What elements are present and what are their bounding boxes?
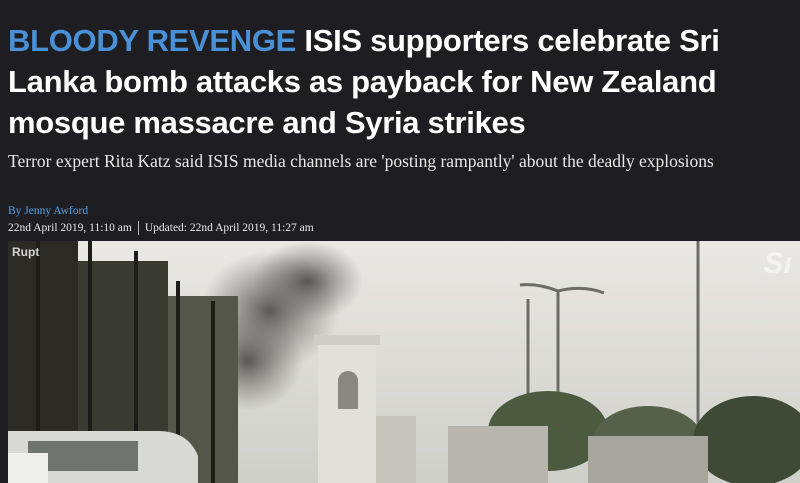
video-brand-watermark: Sı	[763, 247, 792, 280]
published-date: 22nd April 2019, 11:10 am	[8, 222, 132, 234]
article-video-player[interactable]: Rupt Sı	[8, 241, 800, 483]
headline-kicker: BLOODY REVENGE	[8, 23, 297, 58]
article-page: BLOODY REVENGE ISIS supporters celebrate…	[0, 0, 800, 483]
video-frame-image	[8, 241, 800, 483]
article-dateline: 22nd April 2019, 11:10 am Updated: 22nd …	[8, 221, 314, 235]
article-standfirst: Terror expert Rita Katz said ISIS media …	[8, 151, 714, 171]
video-source-watermark: Rupt	[12, 245, 40, 259]
article-headline: BLOODY REVENGE ISIS supporters celebrate…	[8, 20, 798, 143]
date-separator	[137, 221, 139, 235]
author-byline[interactable]: By Jenny Awford	[8, 205, 88, 217]
updated-date: Updated: 22nd April 2019, 11:27 am	[144, 222, 314, 234]
author-byline-text[interactable]: By Jenny Awford	[8, 205, 88, 217]
